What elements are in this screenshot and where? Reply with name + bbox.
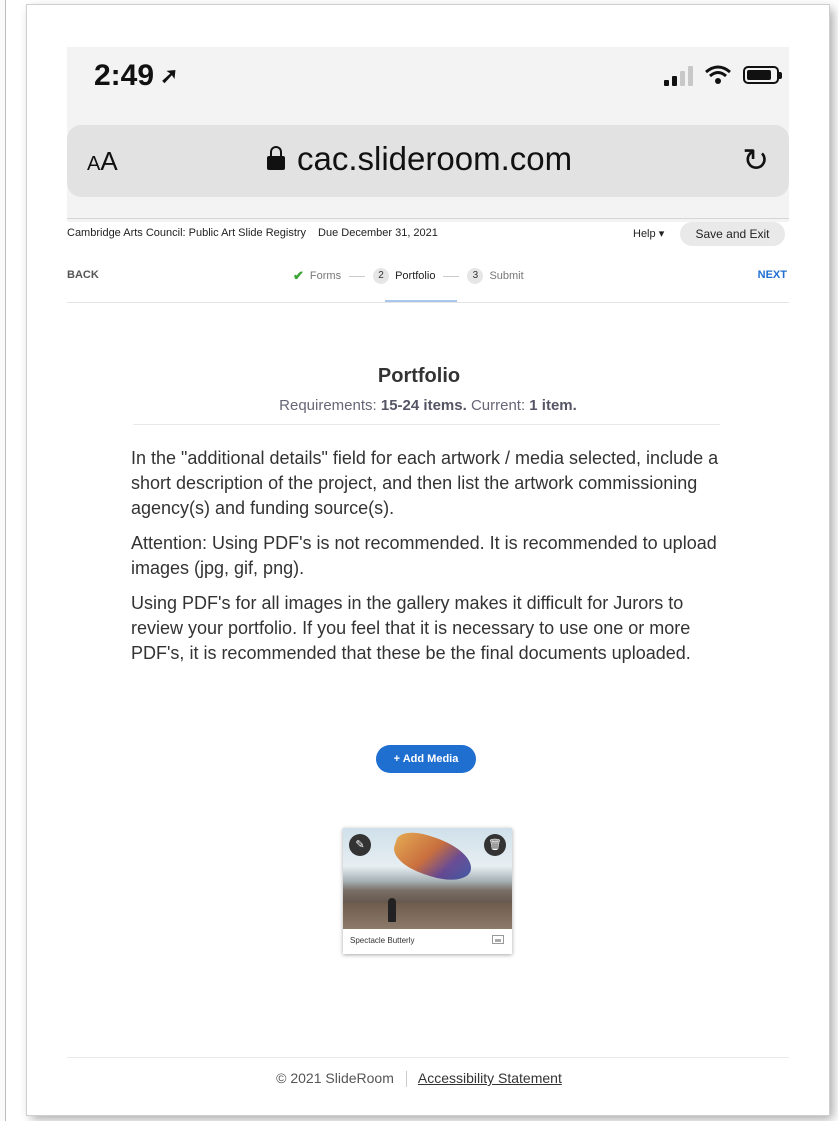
- save-and-exit-button[interactable]: Save and Exit: [680, 222, 785, 246]
- status-icons: [664, 64, 782, 86]
- step-connector: [443, 275, 460, 277]
- instruction-paragraph: Attention: Using PDF's is not recommende…: [131, 533, 717, 578]
- header-divider: [67, 218, 789, 219]
- instructions: In the "additional details" field for ea…: [131, 446, 731, 676]
- reload-icon[interactable]: ↻: [742, 141, 769, 179]
- caret-down-icon: ▾: [658, 228, 665, 240]
- url-field[interactable]: cac.slideroom.com: [267, 140, 572, 178]
- progress-steps: ✔ Forms 2 Portfolio 3 Submit: [293, 268, 524, 284]
- instruction-paragraph: Using PDF's for all images in the galler…: [131, 593, 691, 663]
- step-forms[interactable]: ✔ Forms: [293, 268, 341, 284]
- checkmark-icon: ✔: [293, 268, 304, 283]
- help-menu[interactable]: Help ▾: [633, 227, 664, 240]
- due-date: Due December 31, 2021: [318, 227, 438, 239]
- accessibility-statement-link[interactable]: Accessibility Statement: [418, 1070, 562, 1086]
- step-submit[interactable]: 3 Submit: [467, 268, 524, 284]
- step-connector: [349, 275, 366, 277]
- step-navigation: BACK ✔ Forms 2 Portfolio 3 Submit NEXT: [67, 268, 789, 303]
- footer: © 2021 SlideRoom Accessibility Statement: [0, 1070, 838, 1088]
- requirements-text: Requirements: 15-24 items. Current: 1 it…: [279, 397, 577, 414]
- back-link[interactable]: BACK: [67, 269, 99, 281]
- status-time: 2:49 ➚: [94, 59, 179, 92]
- next-link[interactable]: NEXT: [758, 269, 787, 281]
- copyright: © 2021 SlideRoom: [276, 1070, 394, 1086]
- page-title: Portfolio: [377, 365, 461, 387]
- url-text: cac.slideroom.com: [297, 140, 573, 177]
- active-step-indicator: [385, 300, 457, 302]
- item-caption: Spectacle Butterly: [350, 936, 415, 945]
- battery-icon: [743, 66, 782, 84]
- cellular-signal-icon: [664, 64, 693, 86]
- lock-icon: [267, 146, 285, 170]
- text-size-button[interactable]: AA: [87, 146, 118, 177]
- divider: [133, 424, 720, 425]
- instruction-paragraph: In the "additional details" field for ea…: [131, 448, 719, 518]
- address-bar[interactable]: AA cac.slideroom.com ↻: [67, 125, 789, 197]
- footer-divider: [67, 1057, 789, 1058]
- edit-icon[interactable]: ✎: [349, 834, 371, 856]
- registry-title: Cambridge Arts Council: Public Art Slide…: [67, 227, 438, 239]
- trash-icon[interactable]: 🗑: [484, 834, 506, 856]
- step-portfolio[interactable]: 2 Portfolio: [373, 268, 435, 284]
- background-window-edge: [0, 0, 6, 1121]
- wifi-icon: [705, 65, 731, 84]
- ios-browser-chrome: 2:49 ➚ AA cac.slideroom.com ↻: [67, 47, 789, 222]
- portfolio-item-card[interactable]: ✎ 🗑 Spectacle Butterly: [343, 828, 512, 954]
- location-arrow-icon: ➚: [160, 63, 179, 88]
- image-icon: [492, 935, 504, 944]
- add-media-button[interactable]: + Add Media: [376, 745, 476, 773]
